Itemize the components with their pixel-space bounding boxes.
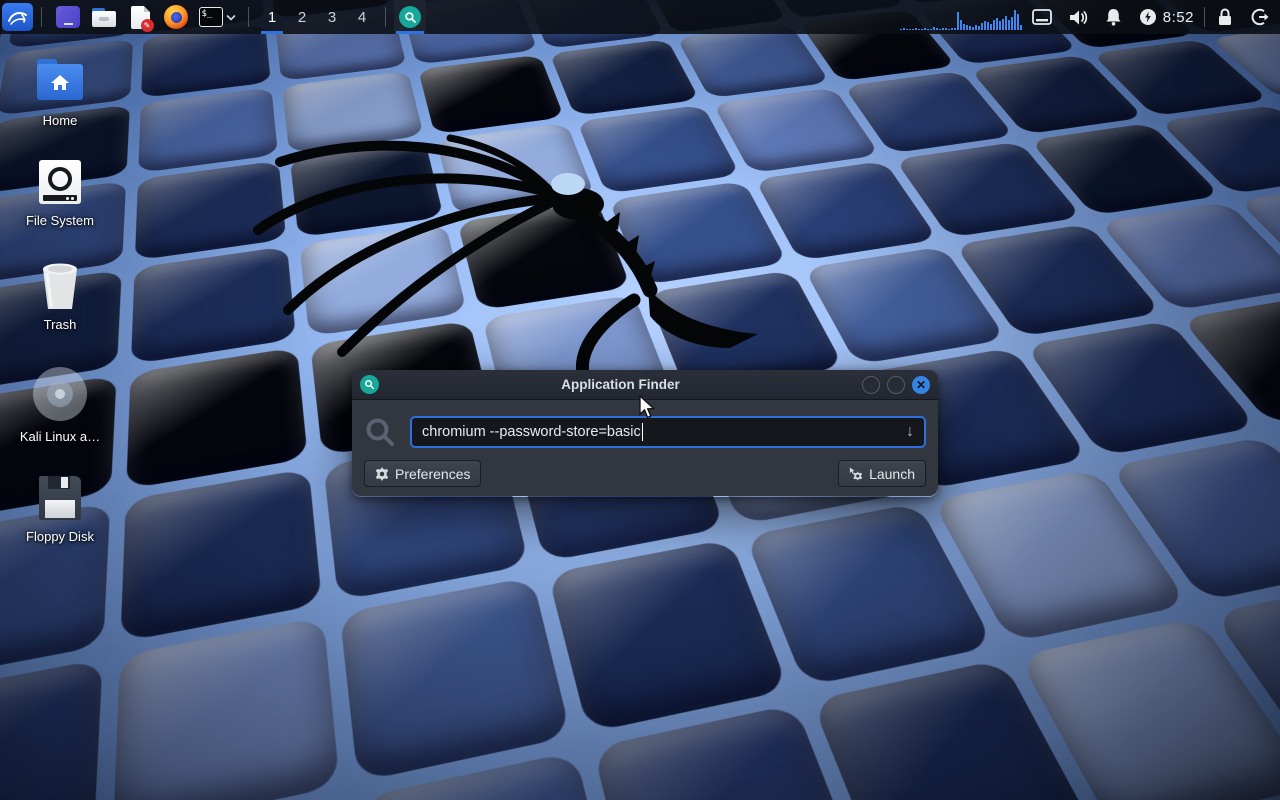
text-editor-icon: ✎ <box>131 6 150 29</box>
desktop-icon-label: Trash <box>44 317 77 332</box>
panel-separator <box>41 7 42 27</box>
desktop-icon-home[interactable]: Home <box>12 58 108 128</box>
lock-screen-icon[interactable] <box>1217 8 1233 26</box>
launcher-firefox[interactable] <box>161 2 191 32</box>
close-button[interactable]: ✕ <box>912 376 930 394</box>
terminal-dropdown-icon: $_ <box>199 7 223 27</box>
panel-separator <box>1204 7 1205 27</box>
cpu-graph[interactable] <box>900 4 1022 30</box>
terminal-app-icon <box>56 6 80 28</box>
launcher-terminal-emulator[interactable]: $_ <box>197 2 237 32</box>
trash-icon <box>37 261 83 311</box>
window-title: Application Finder <box>379 377 862 392</box>
gear-icon <box>375 467 389 481</box>
clock[interactable]: 8:52 <box>1163 9 1194 26</box>
file-manager-icon <box>92 8 116 27</box>
desktop-icon-kali-docs[interactable]: Kali Linux a… <box>12 366 108 444</box>
launch-run-icon <box>849 467 863 481</box>
search-icon <box>364 416 396 448</box>
kali-docs-icon <box>33 367 87 421</box>
firefox-icon <box>164 5 188 29</box>
launcher-terminal-app[interactable] <box>53 2 83 32</box>
launch-button[interactable]: Launch <box>838 460 926 487</box>
preferences-button[interactable]: Preferences <box>364 460 481 487</box>
command-input[interactable]: chromium --password-store=basic ↓ <box>410 416 926 448</box>
workspace-1[interactable]: 1 <box>257 0 287 34</box>
workspace-4[interactable]: 4 <box>347 0 377 34</box>
desktop-icon-trash[interactable]: Trash <box>12 262 108 332</box>
kali-menu-icon <box>7 7 29 27</box>
desktop-icon-label: Floppy Disk <box>26 529 94 544</box>
application-finder-icon <box>399 6 421 28</box>
desktop-icon-label: Home <box>43 113 78 128</box>
power-manager-icon[interactable] <box>1139 8 1157 26</box>
application-finder-window: Application Finder ✕ chromium --password… <box>352 370 938 497</box>
window-app-icon <box>360 375 379 394</box>
command-input-value: chromium --password-store=basic <box>422 424 641 440</box>
logout-icon[interactable] <box>1251 8 1270 26</box>
desktop-icon-label: File System <box>26 213 94 228</box>
workspace-2[interactable]: 2 <box>287 0 317 34</box>
panel-separator <box>385 7 386 27</box>
panel-separator <box>248 7 249 27</box>
display-icon[interactable] <box>1032 9 1052 25</box>
launch-label: Launch <box>869 466 915 482</box>
dropdown-arrow-icon[interactable]: ↓ <box>906 423 914 441</box>
maximize-button[interactable] <box>887 376 905 394</box>
preferences-label: Preferences <box>395 466 470 482</box>
minimize-button[interactable] <box>862 376 880 394</box>
notifications-bell-icon[interactable] <box>1105 8 1122 26</box>
workspace-3[interactable]: 3 <box>317 0 347 34</box>
applications-menu-button[interactable] <box>2 3 33 31</box>
launcher-file-manager[interactable] <box>89 2 119 32</box>
volume-icon[interactable] <box>1069 9 1088 26</box>
desktop-icon-floppy-disk[interactable]: Floppy Disk <box>12 474 108 544</box>
desktop-icon-file-system[interactable]: File System <box>12 158 108 228</box>
top-panel: ✎ $_ 1 2 3 4 8:52 <box>0 0 1280 34</box>
application-finder-panel-button[interactable] <box>394 0 426 34</box>
desktop-icon-label: Kali Linux a… <box>20 429 100 444</box>
chevron-down-icon[interactable] <box>226 14 236 21</box>
launcher-text-editor[interactable]: ✎ <box>125 2 155 32</box>
mouse-cursor <box>639 395 657 420</box>
text-caret <box>642 423 644 441</box>
file-system-drive-icon <box>39 160 81 204</box>
home-folder-icon <box>37 64 83 100</box>
floppy-disk-icon <box>39 476 81 520</box>
